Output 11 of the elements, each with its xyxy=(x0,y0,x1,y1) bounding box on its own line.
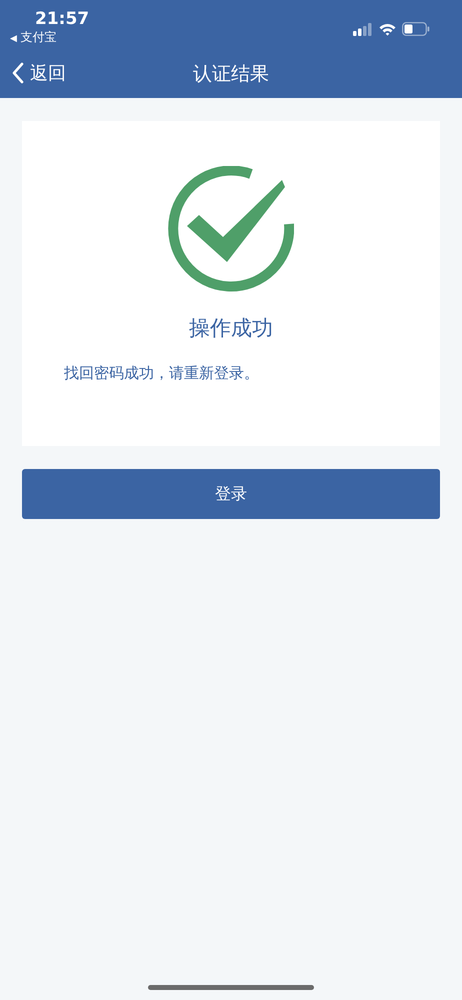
wifi-icon xyxy=(379,22,396,36)
back-chevron-icon xyxy=(12,62,24,84)
battery-icon xyxy=(402,22,430,36)
back-to-app-link[interactable]: ◀ 支付宝 xyxy=(10,29,90,47)
back-button[interactable]: 返回 xyxy=(12,61,66,85)
login-button[interactable]: 登录 xyxy=(22,469,440,519)
result-message: 找回密码成功，请重新登录。 xyxy=(64,364,259,383)
status-time: 21:57 xyxy=(35,9,90,29)
page-title: 认证结果 xyxy=(193,62,269,87)
result-title: 操作成功 xyxy=(189,315,273,342)
signal-icon xyxy=(353,22,373,36)
